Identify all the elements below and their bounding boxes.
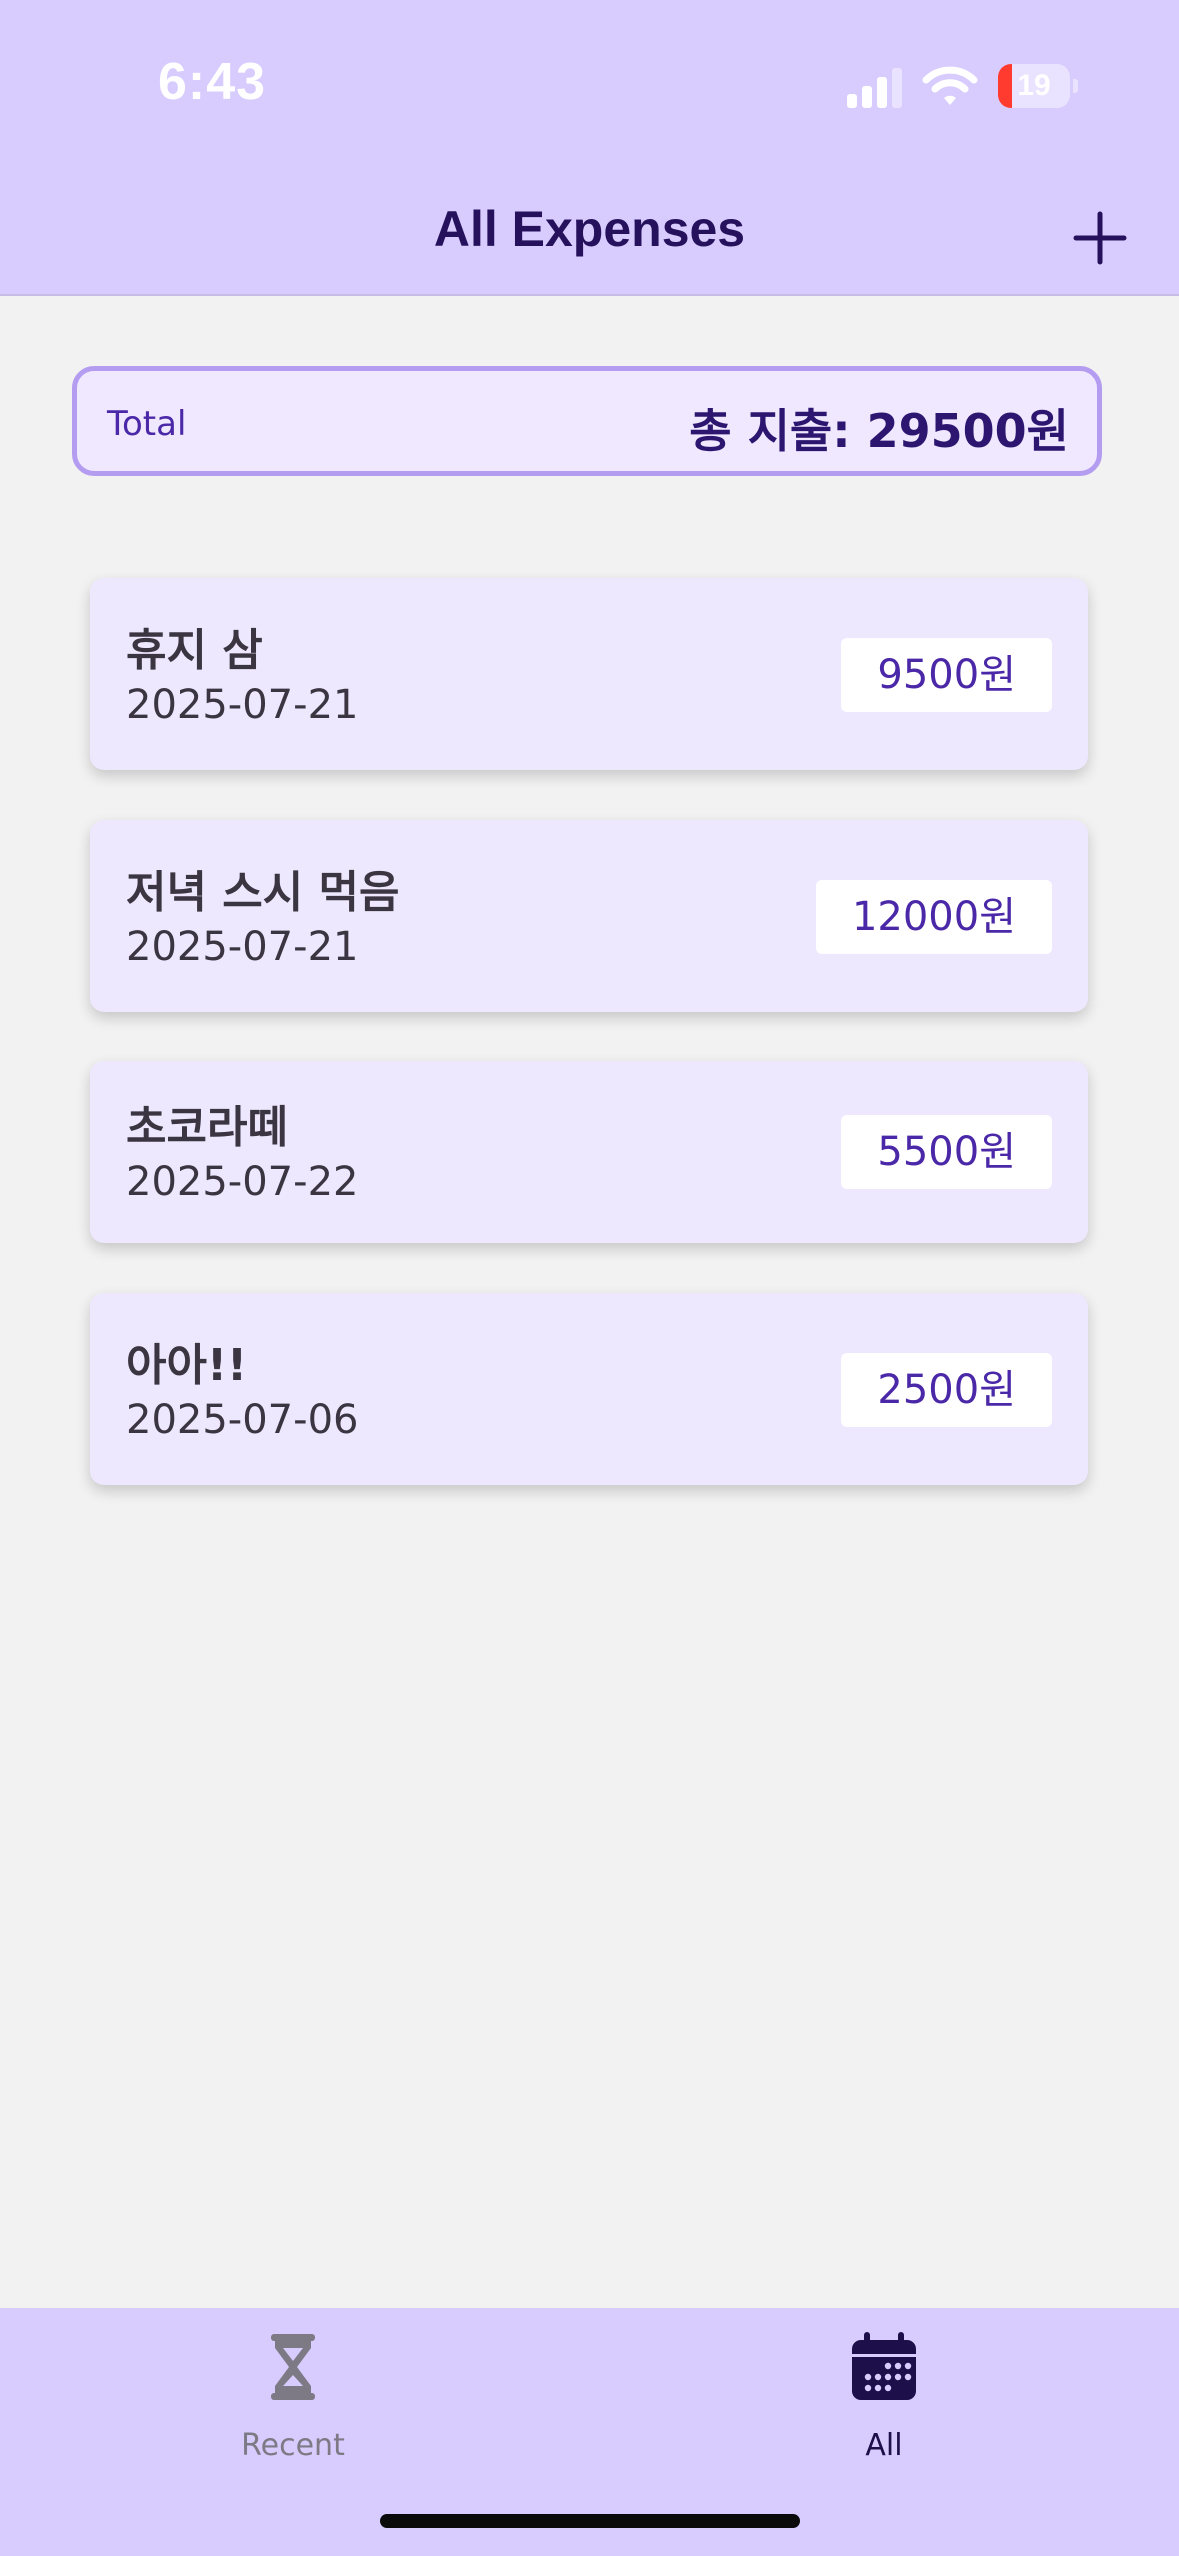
tab-label: All (865, 2428, 903, 2463)
expense-date: 2025-07-22 (126, 1159, 359, 1205)
expense-date: 2025-07-06 (126, 1397, 359, 1443)
cellular-signal-icon (847, 68, 902, 108)
battery-level: 19 (1017, 69, 1051, 102)
expense-title: 휴지 삼 (126, 625, 263, 676)
status-time: 6:43 (158, 53, 267, 111)
home-indicator (380, 2514, 800, 2528)
expense-amount: 5500원 (841, 1115, 1052, 1189)
total-summary: Total 총 지출: 29500원 (72, 366, 1102, 476)
total-value: 총 지출: 29500원 (689, 404, 1069, 458)
expense-date: 2025-07-21 (126, 924, 359, 970)
expense-card[interactable]: 초코라떼 2025-07-22 5500원 (90, 1061, 1088, 1243)
calendar-icon (852, 2332, 916, 2400)
tab-bar: Recent All (0, 2308, 1179, 2556)
expense-title: 초코라떼 (126, 1102, 288, 1153)
page-title: All Expenses (433, 201, 746, 257)
top-bar: 6:43 19 All Expenses (0, 0, 1179, 296)
battery-cap (1073, 79, 1078, 93)
expense-amount: 9500원 (841, 638, 1052, 712)
expense-amount: 2500원 (841, 1353, 1052, 1427)
tab-label: Recent (241, 2428, 345, 2463)
tab-all[interactable]: All (764, 2332, 1004, 2472)
plus-icon (1073, 211, 1127, 265)
expense-title: 아아!! (126, 1340, 248, 1391)
expense-date: 2025-07-21 (126, 682, 359, 728)
expense-card[interactable]: 아아!! 2025-07-06 2500원 (90, 1293, 1088, 1485)
expense-title: 저녁 스시 먹음 (126, 867, 400, 918)
expense-card[interactable]: 저녁 스시 먹음 2025-07-21 12000원 (90, 820, 1088, 1012)
wifi-icon (922, 66, 978, 105)
expense-amount: 12000원 (815, 880, 1052, 954)
battery-indicator: 19 (998, 64, 1078, 108)
add-expense-button[interactable] (1070, 208, 1130, 268)
hourglass-icon (271, 2334, 315, 2400)
expense-card[interactable]: 휴지 삼 2025-07-21 9500원 (90, 578, 1088, 770)
tab-recent[interactable]: Recent (173, 2332, 413, 2472)
total-label: Total (107, 404, 187, 444)
